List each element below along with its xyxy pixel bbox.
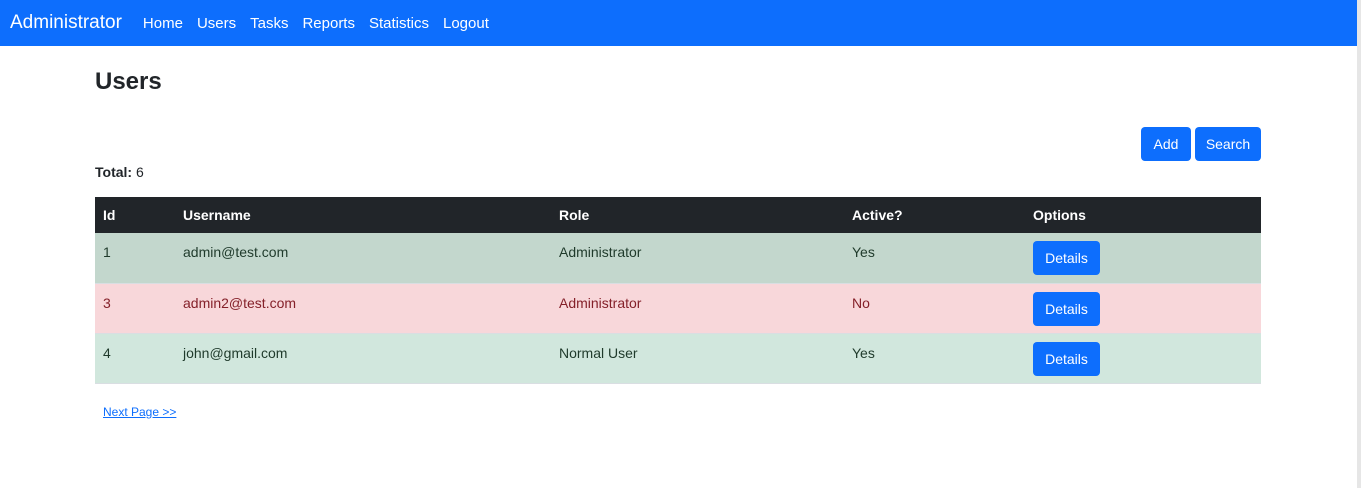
cell-username: admin@test.com [183, 244, 289, 260]
nav-link-tasks[interactable]: Tasks [250, 15, 288, 32]
navbar-brand[interactable]: Administrator [10, 12, 122, 34]
header-role: Role [559, 207, 590, 223]
cell-options: Details [1025, 333, 1261, 383]
cell-active: No [852, 294, 870, 311]
cell-username: john@gmail.com [183, 344, 288, 361]
cell-id: 1 [103, 244, 111, 260]
header-active: Active? [852, 207, 903, 223]
total-count: Total: 6 [95, 164, 144, 180]
nav-link-statistics[interactable]: Statistics [369, 15, 429, 32]
add-button[interactable]: Add [1141, 127, 1191, 161]
table-row: 3 admin2@test.com Administrator No Detai… [95, 283, 1261, 333]
nav-link-reports[interactable]: Reports [302, 15, 355, 32]
cell-role: Administrator [559, 294, 642, 311]
header-username: Username [183, 207, 251, 223]
cell-options: Details [1025, 233, 1261, 283]
top-navbar: Administrator Home Users Tasks Reports S… [0, 0, 1357, 46]
total-label: Total: [95, 164, 133, 180]
nav-link-users[interactable]: Users [197, 15, 236, 32]
cell-active: Yes [852, 344, 875, 361]
total-value: 6 [135, 164, 144, 180]
cell-active: Yes [852, 244, 875, 260]
table-row: 4 john@gmail.com Normal User Yes Details [95, 333, 1261, 383]
cell-role: Normal User [559, 344, 638, 361]
nav-link-logout[interactable]: Logout [443, 15, 489, 32]
nav-link-home[interactable]: Home [143, 15, 183, 32]
cell-id: 4 [103, 344, 111, 361]
cell-options: Details [1025, 283, 1261, 333]
search-button[interactable]: Search [1195, 127, 1261, 161]
cell-role: Administrator [559, 244, 642, 260]
next-page-link[interactable]: Next Page >> [103, 405, 176, 419]
page-title: Users [95, 68, 162, 95]
header-options: Options [1033, 207, 1086, 223]
details-button[interactable]: Details [1033, 241, 1100, 275]
cell-username: admin2@test.com [183, 294, 297, 311]
details-button[interactable]: Details [1033, 341, 1100, 376]
cell-id: 3 [103, 294, 111, 311]
users-table: Id Username Role Active? Options 1 admin… [95, 197, 1261, 384]
details-button[interactable]: Details [1033, 291, 1100, 326]
vertical-scrollbar[interactable] [1357, 0, 1361, 488]
table-header-row: Id Username Role Active? Options [95, 197, 1261, 233]
header-id: Id [103, 207, 116, 223]
table-row: 1 admin@test.com Administrator Yes Detai… [95, 233, 1261, 283]
